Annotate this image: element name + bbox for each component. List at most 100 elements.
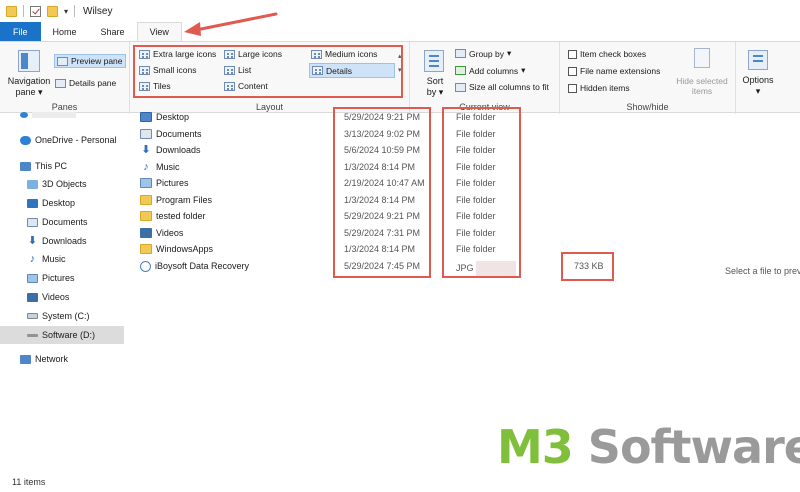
network-icon [20, 354, 31, 364]
add-columns-label: Add columns [469, 65, 519, 76]
navigation-pane-label2: pane [15, 87, 36, 97]
navigation-pane-button[interactable]: Navigation pane ▾ [6, 76, 52, 98]
sidebar-item-music[interactable]: ♪ Music [0, 250, 124, 268]
details-option[interactable]: Details [309, 63, 395, 78]
options-label: Options [742, 75, 774, 85]
details-label: Details [326, 65, 352, 76]
preview-hint: Select a file to prev [725, 266, 800, 276]
sidebar-item-label: Pictures [42, 273, 75, 283]
table-row[interactable]: ⬇ Downloads 5/6/2024 10:59 PM File folder [138, 143, 638, 159]
file-name: Program Files [156, 194, 213, 205]
size-columns-icon [455, 82, 466, 92]
sidebar-item-label: Network [35, 354, 69, 364]
add-columns-button[interactable]: Add columns ▾ [455, 65, 525, 76]
table-row[interactable]: Pictures 2/19/2024 10:47 AM File folder [138, 176, 638, 192]
sidebar-item-pictures[interactable]: Pictures [0, 269, 124, 287]
status-item-count: 11 items [12, 477, 46, 487]
size-all-columns-button[interactable]: Size all columns to fit [455, 82, 549, 92]
file-name: Videos [156, 227, 184, 238]
size-all-columns-label: Size all columns to fit [469, 82, 549, 92]
sidebar-item-network[interactable]: Network [0, 350, 124, 368]
options-button[interactable]: Options ▾ [738, 75, 778, 97]
download-arrow-icon: ⬇ [141, 144, 151, 156]
file-name-extensions-toggle[interactable]: File name extensions [568, 66, 660, 76]
navigation-pane-label: Navigation [7, 76, 51, 86]
sidebar-item-desktop[interactable]: Desktop [0, 194, 124, 212]
tiles-option[interactable]: Tiles [139, 81, 171, 91]
details-pane-button[interactable]: Details pane [55, 78, 116, 88]
sidebar-item-videos[interactable]: Videos [0, 288, 124, 306]
hide-selected-label: Hide selected [676, 76, 728, 86]
checkbox[interactable] [568, 66, 577, 76]
sidebar-item-downloads[interactable]: ⬇ Downloads [0, 232, 124, 250]
folder-icon [140, 211, 152, 221]
file-date: 2/19/2024 10:47 AM [344, 178, 425, 188]
chevron-down-icon: ▾ [38, 87, 43, 97]
documents-folder-icon [140, 128, 152, 139]
sort-by-button[interactable]: Sort by ▾ [422, 76, 448, 98]
details-pane-icon [55, 78, 66, 88]
list-icon [224, 65, 235, 75]
sidebar-item-system-c[interactable]: System (C:) [0, 307, 124, 325]
table-row[interactable]: ♪ Music 1/3/2024 8:14 PM File folder [138, 160, 638, 176]
file-name: Documents [156, 128, 202, 139]
file-date: 5/29/2024 9:21 PM [344, 211, 421, 221]
file-name: Downloads [156, 145, 201, 155]
file-type: File folder [456, 145, 496, 155]
file-name: Pictures [156, 178, 189, 188]
hidden-items-toggle[interactable]: Hidden items [568, 83, 630, 93]
file-type: File folder [456, 194, 496, 205]
sidebar-item-software-d[interactable]: Software (D:) [0, 326, 124, 344]
computer-icon [20, 161, 31, 171]
sidebar-item-label: Software (D:) [42, 330, 96, 340]
sidebar-item-label: 3D Objects [42, 179, 87, 189]
sidebar-item-3d-objects[interactable]: 3D Objects [0, 175, 124, 193]
file-list: Desktop 5/29/2024 9:21 PM File folder Do… [138, 110, 798, 470]
music-note-icon: ♪ [143, 160, 149, 173]
watermark-m3: M3 [497, 420, 574, 474]
file-date: 5/29/2024 9:21 PM [344, 112, 421, 122]
sidebar-item-label: System (C:) [42, 311, 90, 321]
content-option[interactable]: Content [224, 81, 268, 91]
cloud-icon [20, 112, 28, 118]
music-note-icon: ♪ [29, 252, 36, 265]
sidebar-item-this-pc[interactable]: This PC [0, 157, 124, 175]
sidebar-item-documents[interactable]: Documents [0, 213, 124, 231]
sidebar-item-onedrive[interactable]: OneDrive - Personal [0, 131, 124, 149]
chevron-down-icon: ▾ [438, 87, 444, 97]
file-type: File folder [456, 128, 496, 139]
small-icons-option[interactable]: Small icons [139, 65, 196, 75]
app-icon [140, 260, 151, 272]
chevron-down-icon: ▾ [755, 86, 761, 96]
video-icon [27, 292, 38, 302]
list-label: List [238, 65, 252, 75]
file-type: File folder [456, 227, 496, 238]
file-name: Music [156, 161, 180, 172]
table-row[interactable]: iBoysoft Data Recovery 5/29/2024 7:45 PM… [138, 259, 638, 276]
file-date: 5/29/2024 7:31 PM [344, 227, 421, 238]
sidebar-item-label: Desktop [42, 198, 76, 208]
table-row[interactable]: Program Files 1/3/2024 8:14 PM File fold… [138, 193, 638, 209]
nav-item-partial[interactable] [0, 109, 124, 121]
list-option[interactable]: List [224, 65, 251, 75]
blurred-label [32, 112, 76, 118]
onedrive-icon [20, 135, 31, 145]
sort-label: Sort [426, 76, 444, 86]
table-row[interactable]: Documents 3/13/2024 9:02 PM File folder [138, 127, 638, 143]
sidebar-item-label: Videos [42, 292, 70, 302]
table-row[interactable]: Desktop 5/29/2024 9:21 PM File folder [138, 110, 638, 126]
blurred-type-detail [475, 260, 516, 276]
watermark-software: Software [572, 420, 800, 474]
checkbox[interactable] [568, 83, 577, 93]
desktop-folder-icon [140, 112, 152, 122]
file-type: File folder [456, 161, 496, 172]
content-icon [224, 81, 235, 91]
file-name: Desktop [156, 112, 190, 122]
file-type: File folder [456, 178, 496, 188]
table-row[interactable]: WindowsApps 1/3/2024 8:14 PM File folder [138, 242, 638, 258]
hide-selected-items-button[interactable]: Hide selected items [668, 76, 736, 96]
table-row[interactable]: Videos 5/29/2024 7:31 PM File folder [138, 226, 638, 242]
tiles-icon [139, 81, 150, 91]
table-row[interactable]: tested folder 5/29/2024 9:21 PM File fol… [138, 209, 638, 225]
file-date: 5/29/2024 7:45 PM [344, 260, 421, 271]
